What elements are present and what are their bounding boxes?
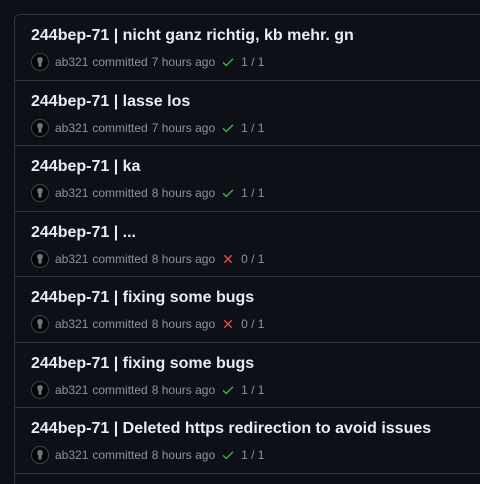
commit-list: 244bep-71 | nicht ganz richtig, kb mehr.… bbox=[14, 14, 480, 484]
avatar[interactable] bbox=[31, 315, 49, 333]
avatar[interactable] bbox=[31, 53, 49, 71]
commit-author[interactable]: ab321 bbox=[55, 252, 88, 266]
commit-time: 8 hours ago bbox=[151, 186, 216, 200]
commit-author[interactable]: ab321 bbox=[55, 448, 88, 462]
x-icon bbox=[224, 320, 233, 328]
avatar-icon bbox=[37, 188, 43, 198]
avatar-icon bbox=[37, 122, 43, 133]
check-icon bbox=[222, 58, 234, 67]
check-status[interactable]: 1 / 1 bbox=[221, 121, 264, 135]
avatar-icon bbox=[37, 57, 43, 67]
commit-row: 244bep-71 | ... ab321 committed 8 hours … bbox=[15, 212, 480, 277]
avatar[interactable] bbox=[31, 380, 49, 399]
commit-meta: ab321 committed 8 hours ago 1 / 1 bbox=[31, 184, 480, 202]
commit-row: 244bep-71 | lasse los ab321 committed 7 … bbox=[15, 81, 480, 146]
commit-title-link[interactable]: 244bep-71 | ... bbox=[31, 223, 480, 243]
commit-title-link[interactable]: 244bep-71 | Deleted https redirection to… bbox=[31, 419, 480, 439]
commit-author[interactable]: ab321 bbox=[55, 121, 88, 135]
commit-time: 8 hours ago bbox=[151, 448, 216, 462]
commit-meta: ab321 committed 8 hours ago 1 / 1 bbox=[31, 446, 480, 464]
avatar-icon bbox=[37, 450, 43, 460]
commit-author[interactable]: ab321 bbox=[55, 383, 88, 397]
check-icon bbox=[222, 451, 234, 460]
check-count: 1 / 1 bbox=[241, 120, 265, 135]
commit-time: 8 hours ago bbox=[151, 317, 216, 331]
check-count: 1 / 1 bbox=[241, 186, 265, 200]
check-count: 0 / 1 bbox=[241, 317, 265, 331]
commit-verb: committed bbox=[92, 382, 148, 397]
x-icon bbox=[224, 254, 233, 263]
commit-title-link[interactable]: 244bep-71 | nicht ganz richtig, kb mehr.… bbox=[31, 26, 480, 46]
avatar[interactable] bbox=[31, 249, 49, 268]
commit-time: 7 hours ago bbox=[151, 55, 216, 69]
commit-verb: committed bbox=[92, 186, 148, 200]
commit-row: 244bep-71 | fixing some bugs ab321 commi… bbox=[15, 343, 480, 408]
commit-meta: ab321 committed 7 hours ago 1 / 1 bbox=[31, 118, 480, 137]
check-icon bbox=[222, 124, 234, 132]
commit-author[interactable]: ab321 bbox=[55, 317, 88, 331]
avatar-icon bbox=[37, 384, 43, 395]
commit-row: 244bep-71 | Deleted https redirection to… bbox=[15, 408, 480, 474]
check-status[interactable]: 1 / 1 bbox=[221, 383, 264, 397]
commit-time: 8 hours ago bbox=[151, 251, 216, 266]
check-icon bbox=[222, 189, 234, 198]
commit-meta: ab321 committed 7 hours ago 1 / 1 bbox=[31, 53, 480, 71]
commit-meta: ab321 committed 8 hours ago 0 / 1 bbox=[31, 249, 480, 268]
commit-verb: committed bbox=[92, 55, 148, 69]
commit-title-link[interactable]: 244bep-71 | fixing some bugs bbox=[31, 288, 480, 308]
commit-title-link[interactable]: 244bep-71 | ka bbox=[31, 157, 480, 177]
commit-row: 244bep-71 | fixing some bugs ab321 commi… bbox=[15, 277, 480, 343]
check-status[interactable]: 1 / 1 bbox=[221, 55, 264, 69]
check-status[interactable]: 1 / 1 bbox=[221, 186, 264, 200]
check-status[interactable]: 0 / 1 bbox=[221, 252, 264, 266]
avatar[interactable] bbox=[31, 446, 49, 464]
commit-row: 244bep-71 | nicht ganz richtig, kb mehr.… bbox=[15, 15, 480, 81]
check-count: 1 / 1 bbox=[241, 55, 265, 69]
commit-verb: committed bbox=[92, 448, 148, 462]
commit-time: 8 hours ago bbox=[151, 382, 216, 397]
check-count: 1 / 1 bbox=[241, 448, 265, 462]
check-count: 1 / 1 bbox=[241, 382, 265, 397]
commit-meta: ab321 committed 8 hours ago 0 / 1 bbox=[31, 315, 480, 333]
commit-time: 7 hours ago bbox=[151, 120, 216, 135]
avatar[interactable] bbox=[31, 184, 49, 202]
commit-meta: ab321 committed 8 hours ago 1 / 1 bbox=[31, 380, 480, 399]
avatar[interactable] bbox=[31, 118, 49, 137]
check-status[interactable]: 1 / 1 bbox=[221, 448, 264, 462]
commit-verb: committed bbox=[92, 120, 148, 135]
commit-author[interactable]: ab321 bbox=[55, 55, 88, 69]
commit-verb: committed bbox=[92, 317, 148, 331]
commit-title-link[interactable]: 244bep-71 | lasse los bbox=[31, 92, 480, 112]
check-status[interactable]: 0 / 1 bbox=[221, 317, 264, 331]
commit-verb: committed bbox=[92, 251, 148, 266]
avatar-icon bbox=[37, 253, 43, 264]
check-icon bbox=[222, 386, 234, 394]
commit-title-link[interactable]: 244bep-71 | fixing some bugs bbox=[31, 354, 480, 374]
commit-author[interactable]: ab321 bbox=[55, 186, 88, 200]
commit-row: 244bep-71 | ka ab321 committed 8 hours a… bbox=[15, 146, 480, 212]
check-count: 0 / 1 bbox=[241, 251, 265, 266]
avatar-icon bbox=[37, 319, 43, 329]
